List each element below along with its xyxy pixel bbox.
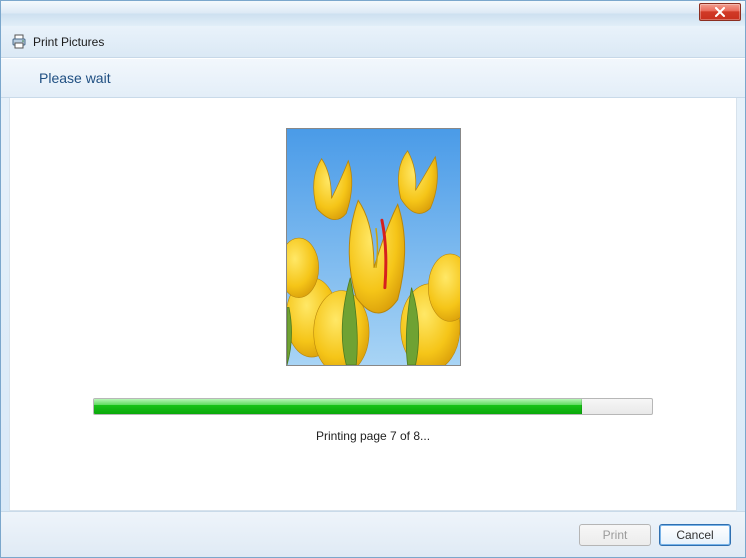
cancel-button[interactable]: Cancel	[659, 524, 731, 546]
close-button[interactable]	[699, 3, 741, 21]
print-preview-image	[286, 128, 461, 366]
print-button-label: Print	[603, 528, 628, 542]
header-text: Please wait	[39, 70, 111, 86]
content-area: Printing page 7 of 8...	[9, 98, 737, 511]
dialog-footer: Print Cancel	[1, 511, 745, 557]
printer-icon	[11, 34, 27, 50]
header-strip: Please wait	[1, 58, 745, 98]
close-icon	[714, 7, 726, 17]
window-chrome-top	[1, 1, 745, 26]
window-title: Print Pictures	[33, 35, 104, 49]
print-button: Print	[579, 524, 651, 546]
title-bar: Print Pictures	[1, 26, 745, 58]
print-pictures-dialog: Print Pictures Please wait	[0, 0, 746, 558]
cancel-button-label: Cancel	[676, 528, 713, 542]
progress-bar-fill	[94, 399, 582, 414]
status-text: Printing page 7 of 8...	[316, 429, 430, 443]
progress-bar	[93, 398, 653, 415]
